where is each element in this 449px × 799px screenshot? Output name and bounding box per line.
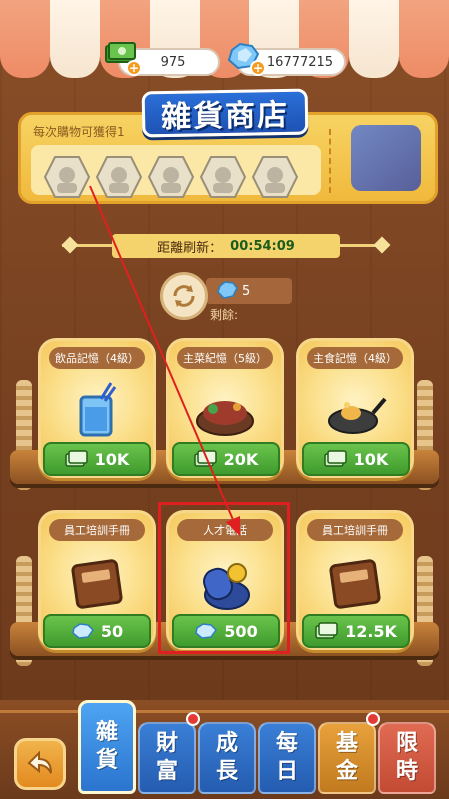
- shop-awning: [0, 0, 449, 78]
- add-gem-button[interactable]: +: [250, 60, 266, 76]
- chef-avatar-icon: [251, 156, 299, 198]
- cash-amount: 975: [160, 54, 186, 70]
- item-name: 主食記憶（4級）: [307, 347, 403, 369]
- tab-label-bottom: 貨: [95, 748, 118, 773]
- refresh-cost-value: 5: [242, 283, 251, 299]
- price-value: 20K: [223, 449, 259, 469]
- refresh-timer: 距離刷新： 00:54:09: [112, 234, 340, 258]
- item-name: 主菜紀憶（5級）: [177, 347, 273, 369]
- page-title-banner: 雜貨商店: [141, 88, 309, 138]
- page-title: 雜貨商店: [160, 97, 290, 136]
- tab-label-top: 限: [395, 731, 418, 756]
- item-name: 飲品記憶（4級）: [49, 347, 145, 369]
- chef-avatar-icon: [147, 156, 195, 198]
- book-icon: [71, 559, 123, 609]
- refresh-icon: [173, 285, 195, 307]
- gem-amount: 16777215: [266, 54, 334, 70]
- tab-fund[interactable]: 基 金: [318, 722, 376, 794]
- drink-icon: [79, 382, 117, 437]
- book-icon: [329, 559, 381, 609]
- chef-avatar-icon: [95, 156, 143, 198]
- tab-growth[interactable]: 成 長: [198, 722, 256, 794]
- tab-label-top: 成: [215, 731, 238, 756]
- cash-icon: [64, 450, 88, 467]
- remaining-label: 剩餘:: [210, 308, 239, 322]
- back-arrow-icon: [27, 750, 52, 774]
- notification-dot: [186, 712, 200, 726]
- tab-label-top: 每: [275, 731, 298, 756]
- tab-wealth[interactable]: 財 富: [138, 722, 196, 794]
- price-button[interactable]: 50: [43, 614, 151, 648]
- price-value: 10K: [353, 449, 389, 469]
- tab-label-bottom: 長: [215, 759, 238, 784]
- chef-avatar-icon: [43, 156, 91, 198]
- price-button[interactable]: 10K: [302, 442, 410, 476]
- price-value: 10K: [94, 449, 130, 469]
- price-value: 50: [100, 621, 124, 641]
- nav-divider: [0, 710, 449, 713]
- gem-icon: [217, 281, 238, 299]
- tab-label-bottom: 富: [155, 759, 178, 784]
- refresh-label: 距離刷新：: [157, 240, 223, 256]
- price-button[interactable]: 20K: [172, 442, 280, 476]
- chef-avatar-icon: [199, 156, 247, 198]
- highlight-box: [158, 502, 290, 654]
- item-name: 員工培訓手冊: [49, 519, 145, 541]
- wok-icon: [328, 397, 387, 434]
- tab-grocery[interactable]: 雜 貨: [78, 700, 136, 794]
- gem-icon: [72, 623, 94, 639]
- tab-label-top: 財: [155, 731, 178, 756]
- reward-text: 每次購物可獲得1: [33, 125, 125, 139]
- steak-icon: [196, 401, 254, 436]
- tab-label-bottom: 日: [275, 759, 298, 784]
- tab-label-top: 雜: [95, 720, 118, 745]
- cash-icon: [315, 622, 338, 639]
- notification-dot: [366, 712, 380, 726]
- refresh-button[interactable]: [160, 272, 208, 320]
- item-name: 員工培訓手冊: [307, 519, 403, 541]
- cash-icon: [323, 450, 347, 467]
- price-button[interactable]: 12.5K: [302, 614, 410, 648]
- back-button[interactable]: [14, 738, 66, 790]
- cash-icon: [193, 450, 217, 467]
- divider: [329, 129, 331, 193]
- tab-label-bottom: 金: [335, 759, 358, 784]
- price-button[interactable]: 10K: [43, 442, 151, 476]
- price-value: 12.5K: [345, 621, 397, 641]
- tab-label-bottom: 時: [395, 759, 418, 784]
- add-cash-button[interactable]: +: [126, 60, 142, 76]
- tab-daily[interactable]: 每 日: [258, 722, 316, 794]
- reward-chest-icon[interactable]: [351, 125, 421, 191]
- refresh-time: 00:54:09: [230, 238, 295, 254]
- tab-label-top: 基: [335, 731, 358, 756]
- tab-limited[interactable]: 限 時: [378, 722, 436, 794]
